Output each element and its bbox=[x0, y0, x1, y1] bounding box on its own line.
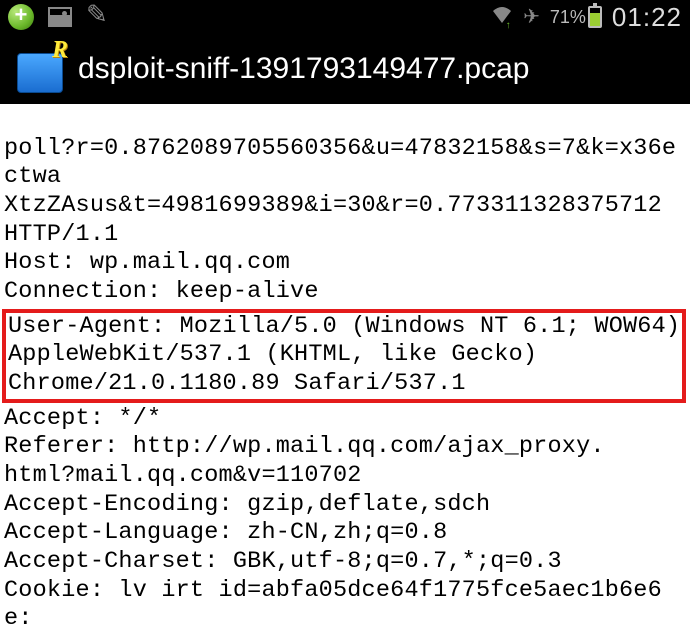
header-accept: Accept: */* bbox=[4, 405, 161, 432]
header-accept-encoding: Accept-Encoding: gzip,deflate,sdch bbox=[4, 491, 490, 518]
clock: 01:22 bbox=[612, 2, 682, 33]
header-referer-2: html?mail.qq.com&v=110702 bbox=[4, 462, 362, 489]
wifi-icon: ↑ bbox=[491, 5, 513, 30]
status-left-icons bbox=[8, 4, 108, 30]
request-line-1: poll?r=0.8762089705560356&u=47832158&s=7… bbox=[4, 135, 676, 191]
request-line-2: XtzZAsus&t=4981699389&i=30&r=0.773311328… bbox=[4, 192, 662, 219]
android-status-bar: ↑ ✈ 71% 01:22 bbox=[0, 0, 690, 34]
battery-indicator: 71% bbox=[550, 6, 602, 28]
battery-percentage: 71% bbox=[550, 7, 586, 28]
user-agent-highlight: User-Agent: Mozilla/5.0 (Windows NT 6.1;… bbox=[2, 309, 686, 403]
header-cookie: Cookie: lv irt id=abfa05dce64f1775fce5ae… bbox=[4, 577, 662, 633]
airplane-mode-icon: ✈ bbox=[523, 4, 540, 30]
add-icon bbox=[8, 4, 34, 30]
app-title-bar[interactable]: R dsploit-sniff-1391793149477.pcap bbox=[0, 34, 690, 104]
header-user-agent-1: User-Agent: Mozilla/5.0 (Windows NT 6.1;… bbox=[8, 313, 680, 340]
header-host: Host: wp.mail.qq.com bbox=[4, 249, 290, 276]
pcap-text-content[interactable]: poll?r=0.8762089705560356&u=47832158&s=7… bbox=[0, 104, 690, 634]
header-user-agent-3: Chrome/21.0.1180.89 Safari/537.1 bbox=[8, 370, 466, 397]
http-version: HTTP/1.1 bbox=[4, 221, 118, 248]
header-accept-language: Accept-Language: zh-CN,zh;q=0.8 bbox=[4, 519, 447, 546]
header-accept-charset: Accept-Charset: GBK,utf-8;q=0.7,*;q=0.3 bbox=[4, 548, 562, 575]
header-referer-1: Referer: http://wp.mail.qq.com/ajax_prox… bbox=[4, 433, 605, 460]
header-connection: Connection: keep-alive bbox=[4, 278, 319, 305]
battery-icon bbox=[588, 6, 602, 28]
edit-notification-icon bbox=[86, 6, 108, 28]
header-user-agent-2: AppleWebKit/537.1 (KHTML, like Gecko) bbox=[8, 341, 537, 368]
gallery-notification-icon bbox=[48, 7, 72, 27]
file-title: dsploit-sniff-1391793149477.pcap bbox=[78, 52, 529, 86]
root-explorer-app-icon[interactable]: R bbox=[14, 43, 66, 95]
status-right-icons: ↑ ✈ 71% 01:22 bbox=[491, 2, 682, 33]
